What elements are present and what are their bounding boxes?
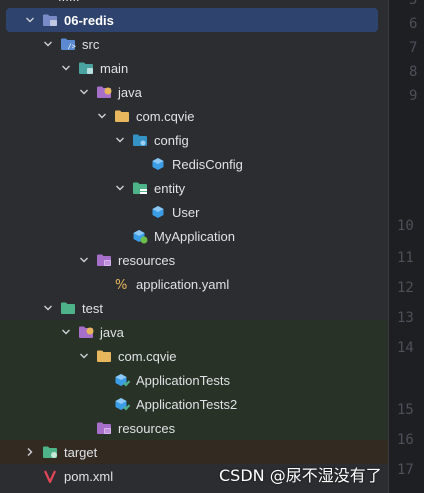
tree-item-config[interactable]: config — [0, 128, 388, 152]
test-folder-icon — [60, 300, 76, 316]
tree-item-test[interactable]: test — [0, 296, 388, 320]
tree-item-resources[interactable]: resources — [0, 248, 388, 272]
line-number: 9 — [409, 88, 418, 104]
line-number: 6 — [409, 16, 418, 32]
tree-item-06-redis[interactable]: 06-redis — [6, 8, 378, 32]
class-icon — [150, 156, 166, 172]
folder-icon — [78, 60, 94, 76]
tree-item-label: target — [64, 444, 98, 460]
resources-folder-icon — [96, 420, 112, 436]
line-number: 7 — [409, 40, 418, 56]
tree-item-redisconfig[interactable]: RedisConfig — [0, 152, 388, 176]
tree-item-label: resources — [118, 420, 176, 436]
line-number: 8 — [409, 64, 418, 80]
test-class-icon — [114, 396, 130, 412]
chevron-down-icon[interactable] — [22, 12, 38, 28]
package-icon — [114, 108, 130, 124]
tree-item-label: pom.xml — [64, 468, 114, 484]
tree-item-label: User — [172, 204, 200, 220]
chevron-down-icon[interactable] — [94, 108, 110, 124]
excluded-folder-icon — [42, 444, 58, 460]
chevron-down-icon[interactable] — [40, 300, 56, 316]
chevron-down-icon[interactable] — [58, 324, 74, 340]
tree-item-label: application.yaml — [136, 276, 230, 292]
tree-item-label: src — [82, 36, 100, 52]
chevron-down-icon[interactable] — [76, 252, 92, 268]
test-class-icon — [114, 372, 130, 388]
tree-item-applicationtests2[interactable]: ApplicationTests2 — [0, 392, 388, 416]
line-number: 11 — [397, 250, 414, 266]
java-test-root-icon — [78, 324, 94, 340]
source-folder-icon: /> — [60, 36, 76, 52]
class-icon — [150, 204, 166, 220]
line-number: 17 — [397, 462, 414, 478]
tree-item-label: MyApplication — [154, 228, 235, 244]
tree-item-label: main — [100, 60, 129, 76]
line-number: 10 — [397, 218, 414, 234]
tree-item-label: ApplicationTests2 — [136, 396, 238, 412]
spring-boot-class-icon — [132, 228, 148, 244]
partial-top-label: ...... — [58, 0, 80, 4]
resources-folder-icon — [96, 252, 112, 268]
tree-item-src[interactable]: /> src — [0, 32, 388, 56]
tree-item-label: RedisConfig — [172, 156, 243, 172]
partial-top-row[interactable]: ...... — [0, 0, 388, 8]
tree-item-label: com.cqvie — [118, 348, 177, 364]
line-number: 15 — [397, 402, 414, 418]
tree-item-label: java — [118, 84, 142, 100]
module-folder-icon — [42, 12, 58, 28]
tree-item-entity[interactable]: entity — [0, 176, 388, 200]
tree-item-user[interactable]: User — [0, 200, 388, 224]
tree-item-myapplication[interactable]: MyApplication — [0, 224, 388, 248]
tree-item-label: test — [82, 300, 103, 316]
java-source-root-icon — [96, 84, 112, 100]
tree-item-java[interactable]: java — [0, 80, 388, 104]
tree-item-label: config — [154, 132, 189, 148]
entity-package-icon — [132, 180, 148, 196]
tree-item-main[interactable]: main — [0, 56, 388, 80]
tree-item-label: entity — [154, 180, 186, 196]
chevron-down-icon[interactable] — [112, 180, 128, 196]
chevron-right-icon[interactable] — [22, 444, 38, 460]
line-number: 16 — [397, 432, 414, 448]
config-package-icon — [132, 132, 148, 148]
line-number: 12 — [397, 280, 414, 296]
tree-item-applicationtests[interactable]: ApplicationTests — [0, 368, 388, 392]
tree-item-com-cqvie[interactable]: com.cqvie — [0, 344, 388, 368]
tree-item-java[interactable]: java — [0, 320, 388, 344]
tree-item-resources[interactable]: resources — [0, 416, 388, 440]
tree-item-com-cqvie[interactable]: com.cqvie — [0, 104, 388, 128]
svg-text:%: % — [115, 278, 127, 291]
svg-text:/>: /> — [68, 43, 76, 51]
chevron-down-icon[interactable] — [112, 132, 128, 148]
tree-item-label: com.cqvie — [136, 108, 195, 124]
project-tree: ...... 06-redis /> srcmain java com.cqvie conf… — [0, 0, 388, 493]
chevron-down-icon[interactable] — [76, 348, 92, 364]
chevron-down-icon[interactable] — [76, 84, 92, 100]
line-number: 5 — [409, 0, 418, 8]
package-icon — [96, 348, 112, 364]
tree-item-label: 06-redis — [64, 12, 114, 28]
watermark: CSDN @尿不湿没有了 — [219, 466, 382, 485]
chevron-down-icon[interactable] — [58, 60, 74, 76]
tree-item-target[interactable]: target — [0, 440, 388, 464]
tree-item-application-yaml[interactable]: % application.yaml — [0, 272, 388, 296]
tree-item-label: ApplicationTests — [136, 372, 230, 388]
line-number: 14 — [397, 340, 414, 356]
line-number: 13 — [397, 310, 414, 326]
chevron-down-icon[interactable] — [40, 36, 56, 52]
editor-gutter: 5 6 7 8 9 10 11 12 13 14 15 16 17 — [388, 0, 424, 493]
maven-file-icon — [42, 468, 58, 484]
tree-item-label: java — [100, 324, 124, 340]
yaml-file-icon: % — [114, 276, 130, 292]
tree-item-label: resources — [118, 252, 176, 268]
